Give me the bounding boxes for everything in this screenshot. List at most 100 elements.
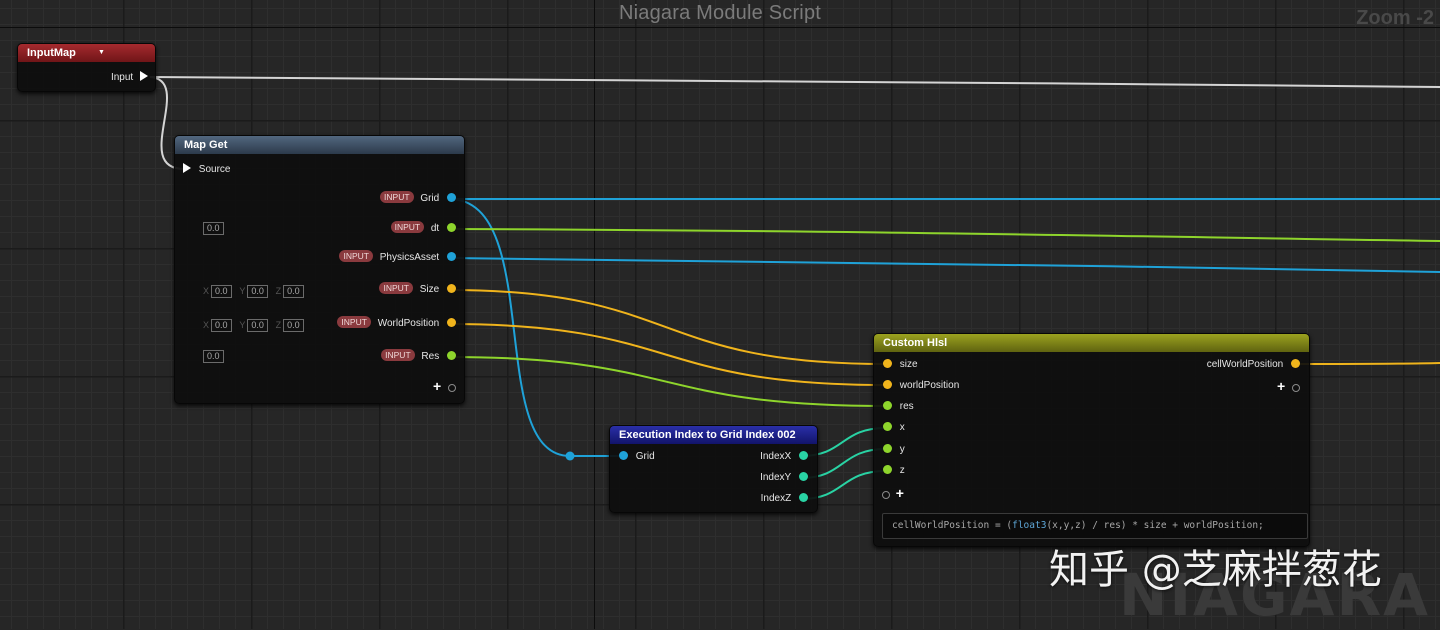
pin-label: IndexZ [760,493,792,504]
axis-label-z: Z [275,320,282,330]
customhlsl-pin-y[interactable]: y [883,442,905,458]
pin-label: res [899,401,914,412]
grid-pin-icon[interactable] [447,192,456,202]
customhlsl-add-input-pin[interactable]: + [882,485,904,501]
input-badge: INPUT [380,191,414,204]
wire-input-to-right [149,76,1440,88]
pin-label: IndexY [760,472,792,483]
inputmap-node[interactable]: InputMap ▼ Input [17,43,156,92]
author-watermark: 知乎 @芝麻拌葱花 [1049,547,1382,593]
map-pin-icon[interactable] [183,163,191,174]
input-badge: INPUT [390,221,425,234]
plus-icon[interactable]: + [433,378,441,394]
mapget-title: Map Get [184,139,228,151]
mapget-pin-size[interactable]: INPUT Size [379,282,456,298]
mapget-source-pin[interactable]: Source [183,162,230,178]
pin-label: y [899,444,905,455]
grid-pin-icon[interactable] [619,450,628,460]
worldposition-y-field[interactable]: 0.0 [247,318,268,332]
wire-reroute-knot [565,451,575,461]
customhlsl-header[interactable]: Custom Hlsl [874,334,1309,352]
pin-label: Res [421,351,440,362]
size-x-field[interactable]: 0.0 [211,284,232,298]
axis-label-y: Y [239,320,246,330]
pin-label: IndexX [760,451,792,462]
plus-icon[interactable]: + [1277,378,1285,394]
axis-label-x: X [203,286,210,296]
customhlsl-add-output-pin[interactable]: + [1277,378,1300,394]
grid-pin-icon[interactable] [447,251,456,261]
worldposition-x-field[interactable]: 0.0 [211,318,232,332]
vector-pin-icon[interactable] [883,379,892,389]
execindex-pin-indexz[interactable]: IndexZ [761,491,808,507]
int-pin-icon[interactable] [799,450,808,460]
pin-label: x [899,422,905,433]
code-suffix: (x,y,z) / res) * size + worldPosition; [1046,520,1264,531]
plus-icon[interactable]: + [896,485,904,501]
mapget-default-dt[interactable]: 0.0 [203,221,224,237]
float-pin-icon[interactable] [447,222,456,232]
size-y-field[interactable]: 0.0 [247,284,268,298]
wire-physics-out [448,257,1440,273]
mapget-pin-worldposition[interactable]: INPUT WorldPosition [337,316,456,332]
customhlsl-node[interactable]: Custom Hlsl size worldPosition res x y z… [873,333,1310,547]
code-prefix: cellWorldPosition = ( [892,520,1013,531]
add-pin-ring-icon[interactable] [882,491,890,500]
float-pin-icon[interactable] [883,464,892,474]
int-pin-icon[interactable] [799,492,808,502]
mapget-default-res[interactable]: 0.0 [203,349,224,365]
vector-pin-icon[interactable] [447,317,456,327]
map-pin-icon[interactable] [140,71,148,82]
inputmap-output-pin[interactable]: Input [111,70,148,86]
add-pin-ring-icon[interactable] [1292,384,1300,393]
mapget-pin-grid[interactable]: INPUT Grid [380,191,456,207]
customhlsl-pin-cellworldposition[interactable]: cellWorldPosition [1207,357,1300,373]
input-badge: INPUT [381,349,415,362]
mapget-pin-res[interactable]: INPUT Res [381,349,456,365]
wire-dt-out [448,228,1440,242]
customhlsl-pin-worldposition[interactable]: worldPosition [883,378,959,394]
axis-label-x: X [203,320,210,330]
customhlsl-pin-z[interactable]: z [883,463,905,479]
pin-label: Grid [420,193,440,204]
input-badge: INPUT [337,316,371,329]
execindex-pin-grid[interactable]: Grid [619,449,655,465]
add-pin-ring-icon[interactable] [448,384,456,393]
int-pin-icon[interactable] [799,471,808,481]
float-pin-icon[interactable] [883,400,892,410]
hlsl-code-editor[interactable]: cellWorldPosition = (float3(x,y,z) / res… [882,513,1308,539]
mapget-add-pin[interactable]: + [433,378,456,394]
execindex-node[interactable]: Execution Index to Grid Index 002 Grid I… [609,425,818,513]
vector-pin-icon[interactable] [447,283,456,293]
mapget-header[interactable]: Map Get [175,136,464,154]
customhlsl-pin-size[interactable]: size [883,357,918,373]
chevron-down-icon[interactable]: ▼ [98,44,105,62]
default-value-field[interactable]: 0.0 [203,221,224,235]
wire-res-to-hlsl [448,356,887,407]
pin-label: size [899,359,918,370]
mapget-pin-physicsasset[interactable]: INPUT PhysicsAsset [339,250,456,266]
execindex-header[interactable]: Execution Index to Grid Index 002 [610,426,817,444]
customhlsl-pin-x[interactable]: x [883,420,905,436]
customhlsl-title: Custom Hlsl [883,337,948,349]
pin-label: z [899,465,905,476]
mapget-pin-dt[interactable]: INPUT dt [390,221,456,237]
pin-label: worldPosition [899,380,960,391]
mapget-node[interactable]: Map Get Source INPUT Grid 0.0 INPUT dt I… [174,135,465,404]
vector-pin-icon[interactable] [1291,358,1300,368]
inputmap-title: InputMap [27,47,76,59]
default-value-field[interactable]: 0.0 [203,349,224,363]
customhlsl-pin-res[interactable]: res [883,399,914,415]
inputmap-header[interactable]: InputMap ▼ [18,44,155,62]
worldposition-z-field[interactable]: 0.0 [283,318,304,332]
vector-pin-icon[interactable] [883,358,892,368]
size-z-field[interactable]: 0.0 [283,284,304,298]
mapget-default-worldposition[interactable]: X 0.0 Y 0.0 Z 0.0 [203,317,304,333]
float-pin-icon[interactable] [883,421,892,431]
float-pin-icon[interactable] [883,443,892,453]
float-pin-icon[interactable] [447,350,456,360]
code-keyword: float3 [1012,520,1047,531]
execindex-pin-indexy[interactable]: IndexY [760,470,808,486]
mapget-default-size[interactable]: X 0.0 Y 0.0 Z 0.0 [203,283,304,299]
execindex-pin-indexx[interactable]: IndexX [760,449,808,465]
